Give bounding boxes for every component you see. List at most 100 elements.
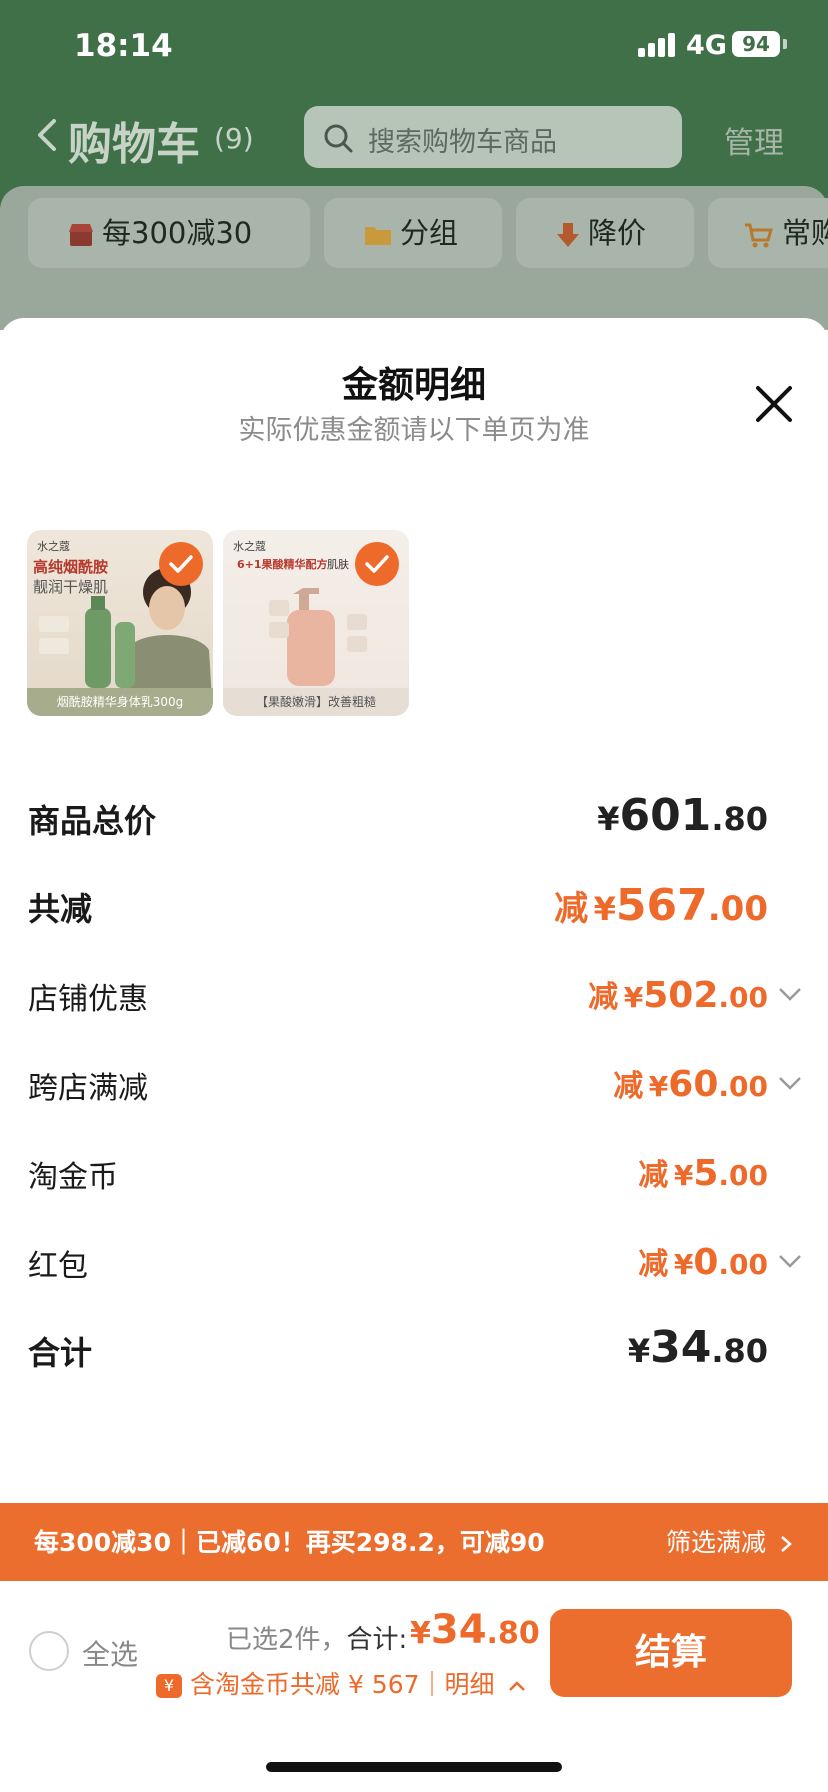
checkout-bar: 全选 已选2件，合计: ¥34.80 ¥ 含淘金币共减 ¥ 567｜明细 结算 <box>0 1581 828 1792</box>
folder-icon <box>365 227 391 245</box>
taojinbi-value: 减 ¥5.00 <box>638 1150 768 1194</box>
total-price: ¥34.80 <box>410 1607 540 1653</box>
chevron-down-icon[interactable] <box>778 1075 802 1091</box>
currency-symbol: ¥ <box>673 1159 694 1192</box>
chevron-down-icon[interactable] <box>778 986 802 1002</box>
status-bar: 18:14 4G 94 <box>0 0 828 90</box>
amount-decimal: .80 <box>711 1332 768 1370</box>
amount-integer: 567 <box>615 880 708 931</box>
coin-discount-detail[interactable]: ¥ 含淘金币共减 ¥ 567｜明细 <box>156 1665 526 1701</box>
sum-value: ¥34.80 <box>628 1322 768 1373</box>
store-discount-label: 店铺优惠 <box>28 982 148 1017</box>
chip-label: 分组 <box>400 216 459 250</box>
cart-plus-icon <box>745 223 774 248</box>
cart-header: 购物车 (9) 搜索购物车商品 管理 <box>0 96 828 266</box>
filter-chip-bar: 每300减30 分组 降价 常购 <box>0 186 828 330</box>
discount-prefix: 减 <box>638 1247 669 1282</box>
amount-integer: 60 <box>668 1064 719 1105</box>
coin-icon: ¥ <box>156 1674 182 1698</box>
promo-bar: 每300减30｜已减60！再买298.2，可减90 筛选满减 <box>0 1503 828 1581</box>
promo-link-label: 筛选满减 <box>666 1528 767 1557</box>
chip-price-drop[interactable]: 降价 <box>516 198 694 268</box>
sheet-subtitle: 实际优惠金额请以下单页为准 <box>238 415 590 446</box>
product-caption: 烟酰胺精华身体乳300g <box>27 688 213 716</box>
discount-prefix: 减 <box>613 1069 644 1104</box>
amount-integer: 502 <box>643 975 719 1016</box>
cart-title: 购物车 <box>68 119 200 170</box>
amount-integer: 601 <box>619 790 712 841</box>
product-caption: 【果酸嫩滑】改善粗糙 <box>223 688 409 716</box>
chip-label: 每300减30 <box>102 216 253 250</box>
product-thumbnail[interactable]: 水之蔻 高纯烟酰胺 靓润干燥肌 烟酰胺精华身体乳300g <box>27 530 213 716</box>
sum-label: 合计 <box>28 1334 93 1372</box>
amount-decimal: .00 <box>707 889 768 929</box>
amount-decimal: .80 <box>711 800 768 838</box>
network-type: 4G <box>686 30 727 61</box>
total-off-label: 共减 <box>28 890 93 928</box>
filter-full-reduction-link[interactable]: 筛选满减 <box>666 1523 792 1559</box>
amount-integer: 5 <box>693 1153 719 1194</box>
amount-decimal: .00 <box>718 1248 768 1281</box>
red-packet-label: 红包 <box>28 1249 88 1284</box>
amount-decimal: .80 <box>486 1616 540 1651</box>
chip-frequent[interactable]: 常购 <box>708 198 828 268</box>
amount-integer: 0 <box>693 1242 719 1283</box>
total-off-value: 减 ¥567.00 <box>554 880 768 931</box>
amount-decimal: .00 <box>718 1070 768 1103</box>
chevron-up-icon <box>509 1681 526 1691</box>
amount-integer: 34 <box>430 1607 487 1653</box>
chevron-right-icon <box>781 1536 792 1552</box>
discount-prefix: 减 <box>638 1158 669 1193</box>
cross-store-label: 跨店满减 <box>28 1071 148 1106</box>
cross-store-value[interactable]: 减 ¥60.00 <box>613 1061 768 1105</box>
currency-symbol: ¥ <box>648 1070 669 1103</box>
discount-prefix: 减 <box>588 980 619 1015</box>
currency-symbol: ¥ <box>673 1248 694 1281</box>
back-arrow-icon[interactable] <box>36 118 58 152</box>
currency-symbol: ¥ <box>410 1616 431 1651</box>
search-placeholder: 搜索购物车商品 <box>368 127 557 158</box>
checkout-button[interactable]: 结算 <box>550 1609 792 1697</box>
signal-icon <box>638 33 676 57</box>
selected-info: 已选2件，合计: <box>226 1619 407 1656</box>
cart-search-input[interactable]: 搜索购物车商品 <box>304 106 682 168</box>
currency-symbol: ¥ <box>627 1332 651 1370</box>
currency-symbol: ¥ <box>593 890 616 928</box>
red-packet-value[interactable]: 减 ¥0.00 <box>638 1239 768 1283</box>
store-icon <box>69 224 93 246</box>
sheet-title: 金额明细 <box>341 365 486 406</box>
checked-icon[interactable] <box>159 542 203 586</box>
close-icon[interactable] <box>752 382 796 426</box>
manage-button[interactable]: 管理 <box>724 118 784 162</box>
price-drop-icon <box>557 223 579 247</box>
amount-integer: 34 <box>650 1322 712 1373</box>
chip-label: 降价 <box>588 216 647 250</box>
coin-discount-text: 含淘金币共减 ¥ 567｜明细 <box>190 1670 495 1699</box>
cart-background: 18:14 4G 94 购物车 (9) 搜索购物车商品 管理 每300减30 分… <box>0 0 828 330</box>
select-all-radio[interactable] <box>29 1631 69 1671</box>
currency-symbol: ¥ <box>597 800 620 838</box>
promo-text: 每300减30｜已减60！再买298.2，可减90 <box>34 1528 545 1557</box>
battery-icon: 94 <box>732 31 780 57</box>
select-all-label: 全选 <box>82 1638 139 1671</box>
discount-prefix: 减 <box>554 889 589 929</box>
taojinbi-label: 淘金币 <box>28 1160 118 1195</box>
cart-count: (9) <box>214 122 254 155</box>
checked-icon[interactable] <box>355 542 399 586</box>
store-discount-value[interactable]: 减 ¥502.00 <box>588 972 768 1016</box>
total-label: 合计: <box>346 1625 408 1655</box>
amount-decimal: .00 <box>718 1159 768 1192</box>
currency-symbol: ¥ <box>623 981 644 1014</box>
home-indicator <box>266 1762 562 1772</box>
chip-label: 常购 <box>782 216 828 250</box>
search-icon <box>324 124 353 153</box>
product-thumbnail[interactable]: 水之蔻 6+1果酸精华配方 肌肤 【果酸嫩滑】改善粗糙 <box>223 530 409 716</box>
battery-tip <box>783 39 787 49</box>
goods-total-label: 商品总价 <box>28 802 157 840</box>
chevron-down-icon[interactable] <box>778 1253 802 1269</box>
goods-total-value: ¥601.80 <box>597 790 768 841</box>
chip-full-reduction[interactable]: 每300减30 <box>28 198 310 268</box>
selected-count: 已选2件， <box>226 1625 347 1655</box>
status-time: 18:14 <box>74 28 173 64</box>
chip-group[interactable]: 分组 <box>324 198 502 268</box>
